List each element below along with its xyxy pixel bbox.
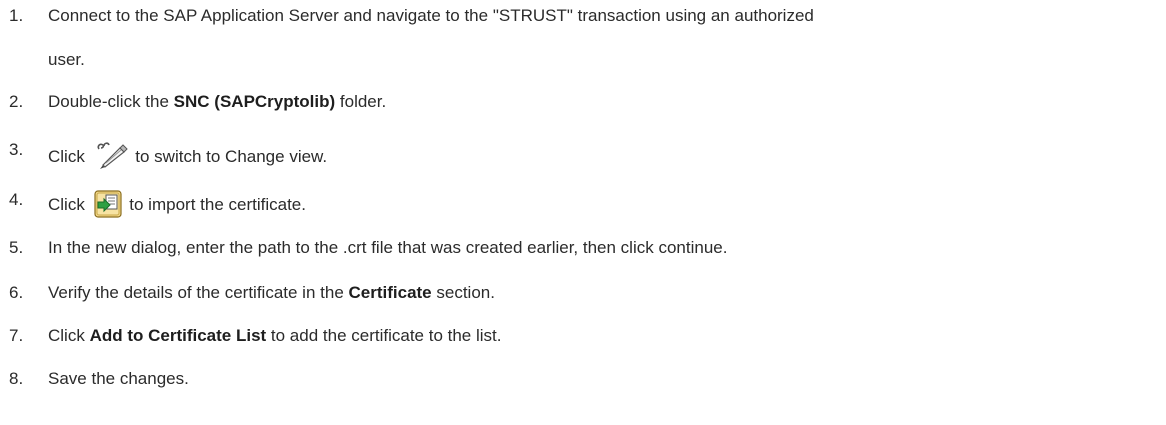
step-number: 4.: [9, 190, 24, 209]
step-text-continued: user.: [48, 50, 85, 69]
step-text-pre: Click: [48, 147, 90, 166]
step-text: Click to import the certificate.: [48, 190, 306, 223]
step-text: Verify the details of the certificate in…: [48, 283, 495, 303]
step-text-pre: Verify the details of the certificate in…: [48, 283, 349, 302]
step-number: 5.: [9, 238, 24, 257]
step-text-post: to switch to Change view.: [130, 147, 328, 166]
step-text-post: to import the certificate.: [124, 195, 306, 214]
step-number: 1.: [9, 6, 24, 25]
step-text: In the new dialog, enter the path to the…: [48, 238, 728, 257]
step-number: 7.: [9, 326, 24, 345]
step-text: Click to switch to Change view.: [48, 140, 327, 175]
step-text: Double-click the SNC (SAPCryptolib) fold…: [48, 92, 386, 112]
step-text-pre: Double-click the: [48, 92, 174, 111]
step-text: Connect to the SAP Application Server an…: [48, 6, 814, 25]
step-text-post: to add the certificate to the list.: [266, 326, 502, 345]
step-number: 3.: [9, 140, 24, 159]
step-number: 8.: [9, 369, 24, 388]
step-text-pre: Click: [48, 195, 90, 214]
step-text: Save the changes.: [48, 369, 189, 388]
folder-name: SNC (SAPCryptolib): [173, 92, 336, 111]
section-name: Certificate: [348, 283, 432, 302]
step-text-pre: Click: [48, 326, 90, 345]
step-text-post: section.: [431, 283, 495, 302]
step-text: Click Add to Certificate List to add the…: [48, 326, 501, 346]
pencil-change-icon: [94, 140, 128, 175]
step-number: 2.: [9, 92, 24, 111]
step-number: 6.: [9, 283, 24, 302]
button-name: Add to Certificate List: [89, 326, 267, 345]
step-text-post: folder.: [335, 92, 387, 111]
import-certificate-icon: [93, 190, 122, 223]
